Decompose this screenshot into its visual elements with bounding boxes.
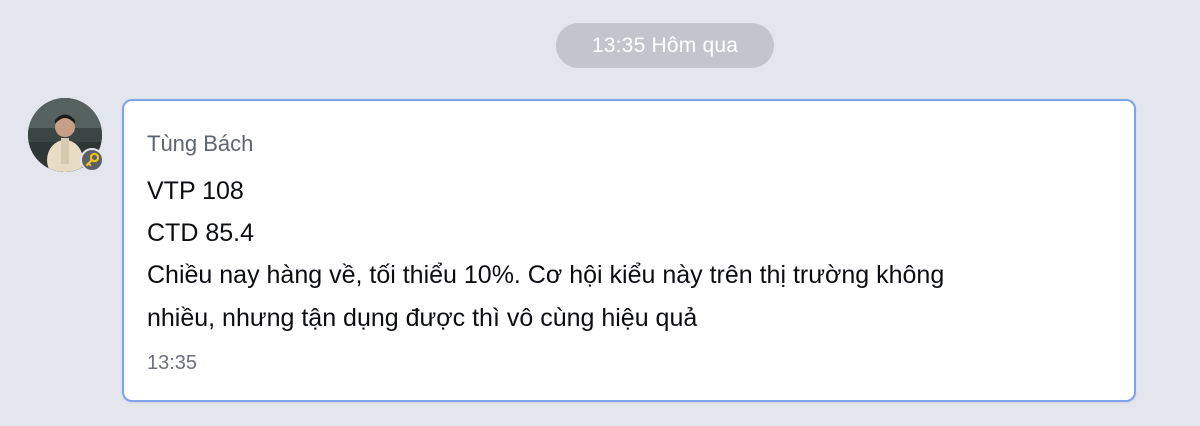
- message-line-1: VTP 108: [147, 177, 244, 205]
- sender-name[interactable]: Tùng Bách: [147, 131, 253, 157]
- key-icon: [85, 152, 100, 167]
- message-line-2: CTD 85.4: [147, 219, 254, 247]
- message-time: 13:35: [147, 352, 198, 374]
- message-line-3: Chiều nay hàng về, tối thiểu 10%. Cơ hội…: [147, 261, 945, 289]
- message-bubble[interactable]: Tùng Bách VTP 108 CTD 85.4 Chiều nay hàn…: [122, 99, 1136, 402]
- admin-badge: [80, 148, 104, 172]
- message-line-4: nhiều, nhưng tận dụng được thì vô cùng h…: [147, 304, 698, 332]
- date-separator: 13:35 Hôm qua: [556, 23, 774, 68]
